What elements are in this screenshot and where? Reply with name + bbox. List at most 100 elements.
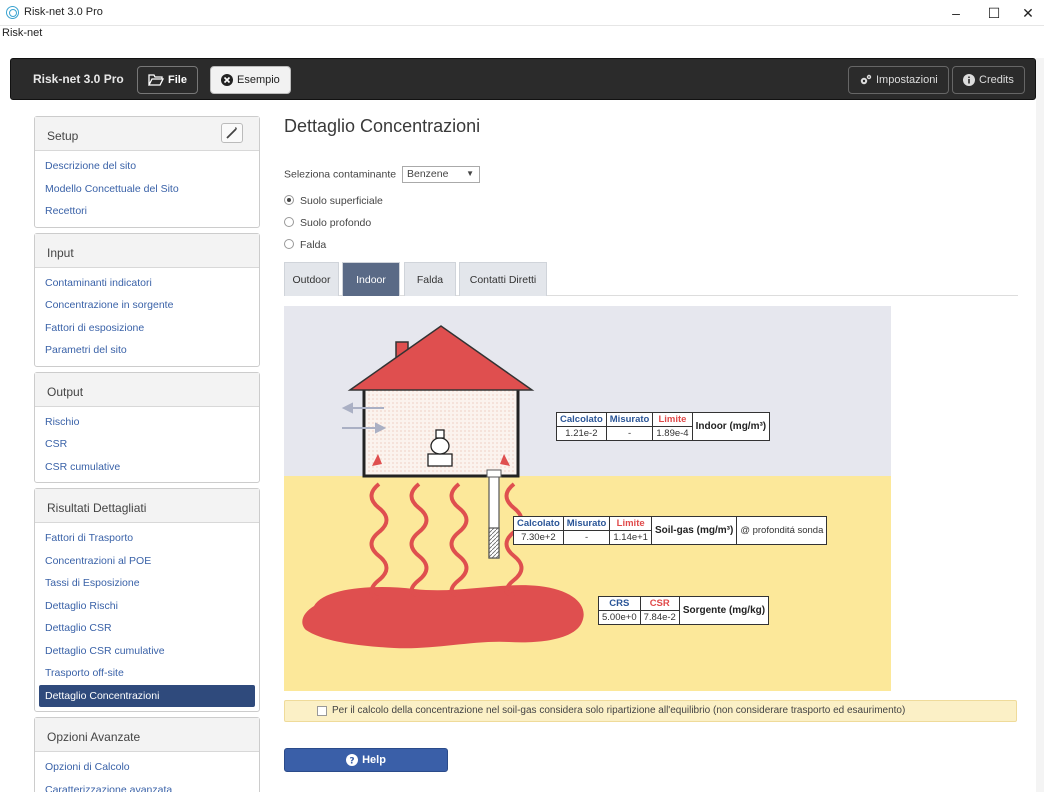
nav-dettaglio-rischi[interactable]: Dettaglio Rischi xyxy=(35,595,259,618)
nav-descrizione-sito[interactable]: Descrizione del sito xyxy=(35,155,259,178)
radio-button[interactable] xyxy=(284,195,294,205)
panel-input-title[interactable]: Input xyxy=(35,233,259,268)
soilgas-v-misurato: - xyxy=(562,530,611,545)
panel-setup-title[interactable]: Setup xyxy=(35,117,259,151)
nav-dettaglio-concentrazioni[interactable]: Dettaglio Concentrazioni xyxy=(39,684,255,707)
probe-screen xyxy=(488,527,500,559)
nav-fattori-trasporto[interactable]: Fattori di Trasporto xyxy=(35,527,259,550)
example-button[interactable]: Esempio xyxy=(210,66,291,94)
nav-csr[interactable]: CSR xyxy=(35,433,259,456)
source-v-csr: 7.84e-2 xyxy=(639,610,680,625)
source-v-crs: 5.00e+0 xyxy=(598,610,641,625)
menu-risknet[interactable]: Risk-net xyxy=(2,27,42,39)
help-button-label: Help xyxy=(362,754,386,766)
nav-recettori[interactable]: Recettori xyxy=(35,200,259,223)
question-circle-icon: ? xyxy=(346,754,359,767)
nav-concentrazione-sorgente[interactable]: Concentrazione in sorgente xyxy=(35,294,259,317)
panel-output: Output Rischio CSR CSR cumulative xyxy=(34,371,260,483)
nav-fattori-esposizione[interactable]: Fattori di esposizione xyxy=(35,317,259,340)
svg-text:?: ? xyxy=(349,757,354,767)
nav-caratterizzazione-avanzata[interactable]: Caratterizzazione avanzata xyxy=(35,779,259,792)
indoor-v-limite: 1.89e-4 xyxy=(652,426,693,441)
soilgas-concentration-table: Calcolato Misurato Limite Soil-gas (mg/m… xyxy=(513,516,828,545)
magic-wand-button[interactable] xyxy=(221,123,243,143)
radio-label: Suolo profondo xyxy=(300,217,372,229)
help-button[interactable]: ? Help xyxy=(284,748,448,772)
file-button[interactable]: File xyxy=(137,66,198,94)
gears-icon xyxy=(860,74,872,85)
probe-cap xyxy=(486,469,502,478)
source-h-csr: CSR xyxy=(639,596,680,611)
nav-contaminanti-indicatori[interactable]: Contaminanti indicatori xyxy=(35,272,259,295)
radio-button[interactable] xyxy=(284,217,294,227)
nav-tassi-esposizione[interactable]: Tassi di Esposizione xyxy=(35,572,259,595)
sidebar: Setup Descrizione del sito Modello Conce… xyxy=(34,116,260,792)
panel-setup-label: Setup xyxy=(47,129,79,143)
contaminant-select[interactable]: Benzene ▼ xyxy=(402,166,480,183)
nav-dettaglio-csr[interactable]: Dettaglio CSR xyxy=(35,617,259,640)
nav-rischio[interactable]: Rischio xyxy=(35,411,259,434)
panel-output-title[interactable]: Output xyxy=(35,372,259,407)
times-circle-icon xyxy=(221,74,233,87)
tab-indoor[interactable]: Indoor xyxy=(342,262,400,296)
menubar: Risk-net xyxy=(0,26,1044,43)
indoor-scene-illustration: Calcolato Misurato Limite Indoor (mg/m³)… xyxy=(284,306,891,691)
tab-contatti-diretti[interactable]: Contatti Diretti xyxy=(459,262,547,296)
soilgas-v-limite: 1.14e+1 xyxy=(609,530,652,545)
close-button[interactable]: ✕ xyxy=(1012,2,1044,24)
tab-outdoor[interactable]: Outdoor xyxy=(284,262,339,296)
settings-button-label: Impostazioni xyxy=(876,74,938,86)
app-logo-icon xyxy=(6,6,19,19)
house-soil-diagram xyxy=(284,306,891,691)
panel-avanzate: Opzioni Avanzate Opzioni di Calcolo Cara… xyxy=(34,717,260,792)
contaminant-select-label: Seleziona contaminante xyxy=(284,168,397,181)
radio-suolo-superficiale[interactable]: Suolo superficiale xyxy=(284,195,383,207)
indoor-h-limite: Limite xyxy=(652,412,693,427)
maximize-button[interactable]: ☐ xyxy=(974,2,1014,24)
radio-label: Falda xyxy=(300,239,327,251)
soilgas-h-misurato: Misurato xyxy=(562,516,611,531)
indoor-concentration-table: Calcolato Misurato Limite Indoor (mg/m³)… xyxy=(556,412,771,441)
nav-dettaglio-csr-cumulative[interactable]: Dettaglio CSR cumulative xyxy=(35,640,259,663)
source-concentration-table: CRS CSR Sorgente (mg/kg) 5.00e+0 7.84e-2 xyxy=(598,596,770,625)
window-titlebar: Risk-net 3.0 Pro – ☐ ✕ xyxy=(0,0,1044,26)
soilgas-h-calcolato: Calcolato xyxy=(513,516,564,531)
window-title: Risk-net 3.0 Pro xyxy=(24,6,103,18)
indoor-unit-label: Indoor (mg/m³) xyxy=(691,412,771,441)
panel-risultati: Risultati Dettagliati Fattori di Traspor… xyxy=(34,488,260,712)
nav-opzioni-calcolo[interactable]: Opzioni di Calcolo xyxy=(35,756,259,779)
source-h-crs: CRS xyxy=(598,596,641,611)
credits-button[interactable]: Credits xyxy=(952,66,1025,94)
radio-label: Suolo superficiale xyxy=(300,195,383,207)
vertical-scrollbar[interactable] xyxy=(1036,58,1044,792)
radio-falda[interactable]: Falda xyxy=(284,239,326,251)
nav-trasporto-offsite[interactable]: Trasporto off-site xyxy=(35,662,259,685)
example-button-label: Esempio xyxy=(237,74,280,86)
contaminant-select-value: Benzene xyxy=(407,168,449,180)
soilgas-probe-depth-note: @ profonditá sonda xyxy=(736,516,828,545)
contaminant-select-row: Seleziona contaminante Benzene ▼ xyxy=(284,166,480,183)
equilibrium-option-notice: Per il calcolo della concentrazione nel … xyxy=(284,700,1017,722)
equilibrium-checkbox-label: Per il calcolo della concentrazione nel … xyxy=(332,705,906,716)
panel-risultati-title[interactable]: Risultati Dettagliati xyxy=(35,489,259,523)
panel-avanzate-title[interactable]: Opzioni Avanzate xyxy=(35,718,259,752)
indoor-v-calcolato: 1.21e-2 xyxy=(556,426,607,441)
nav-concentrazioni-poe[interactable]: Concentrazioni al POE xyxy=(35,550,259,573)
radio-button[interactable] xyxy=(284,239,294,249)
nav-modello-concettuale[interactable]: Modello Concettuale del Sito xyxy=(35,178,259,201)
magic-wand-icon xyxy=(226,127,237,139)
settings-button[interactable]: Impostazioni xyxy=(848,66,949,94)
equilibrium-checkbox[interactable] xyxy=(317,706,327,716)
tab-falda[interactable]: Falda xyxy=(404,262,456,296)
radio-suolo-profondo[interactable]: Suolo profondo xyxy=(284,217,371,229)
main-content: Dettaglio Concentrazioni Seleziona conta… xyxy=(284,116,1020,772)
soilgas-h-limite: Limite xyxy=(609,516,652,531)
nav-parametri-sito[interactable]: Parametri del sito xyxy=(35,339,259,362)
minimize-button[interactable]: – xyxy=(936,2,976,24)
tab-bar: Outdoor Indoor Falda Contatti Diretti xyxy=(284,262,1018,296)
contamination-source-blob xyxy=(302,585,584,649)
info-circle-icon xyxy=(963,74,975,87)
app-toolbar: Risk-net 3.0 Pro File Esempio Impostazio… xyxy=(10,58,1036,100)
soilgas-v-calcolato: 7.30e+2 xyxy=(513,530,564,545)
nav-csr-cumulative[interactable]: CSR cumulative xyxy=(35,456,259,479)
